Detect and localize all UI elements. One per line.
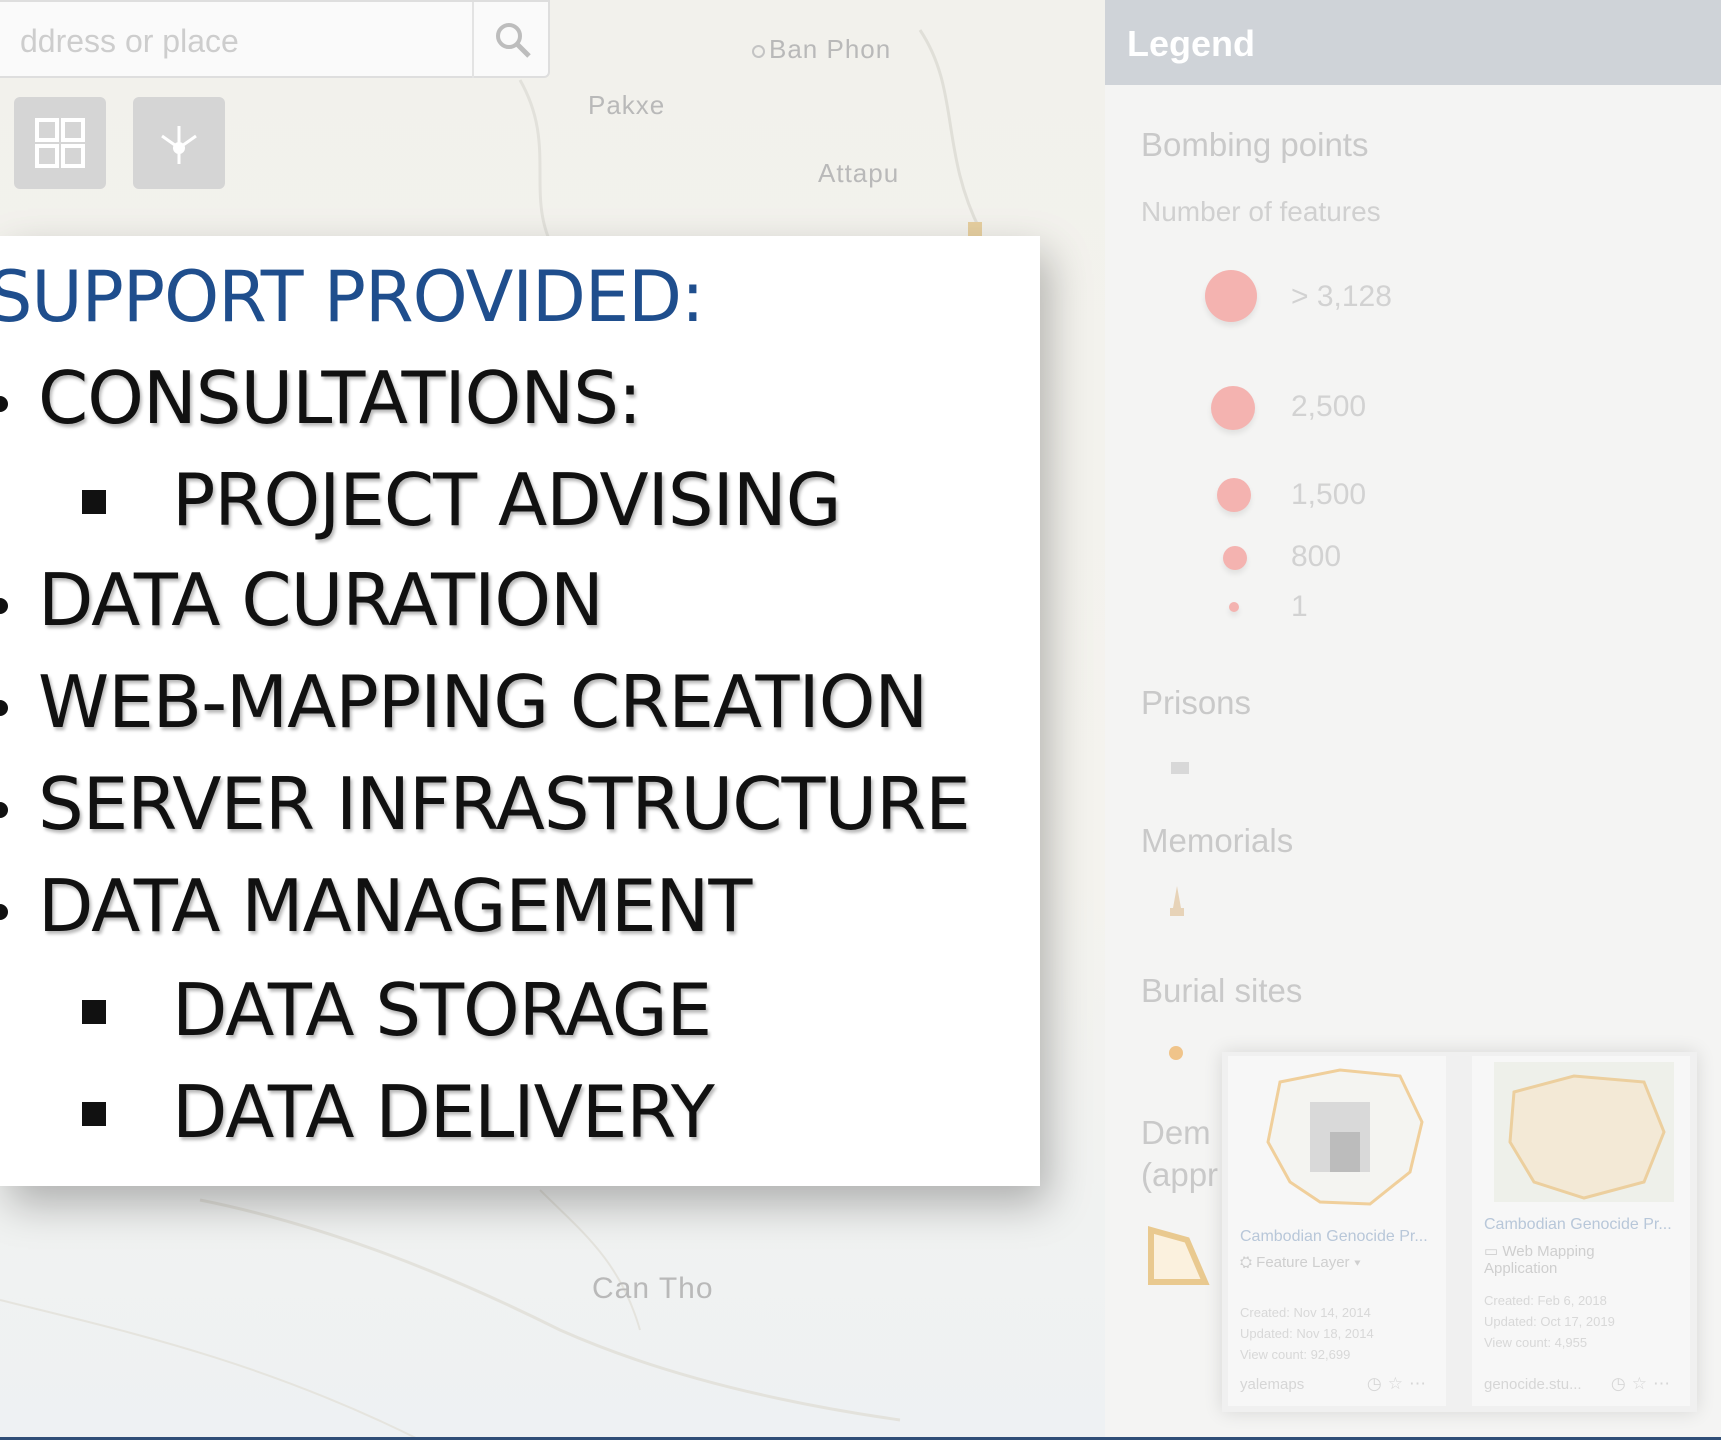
prison-icon xyxy=(1171,762,1189,774)
share-icon xyxy=(161,126,197,164)
sub-bullet xyxy=(82,1000,106,1024)
slide-item: SERVER INFRASTRUCTURE xyxy=(38,762,971,846)
basemap-gallery-icon xyxy=(35,118,85,168)
basemap-gallery-button[interactable] xyxy=(14,97,106,189)
map-label-pakxe: Pakxe xyxy=(588,90,666,120)
demographic-area-icon xyxy=(1148,1226,1210,1285)
slide-item: DATA CURATION xyxy=(38,558,604,642)
legend-layer-subtitle: Number of features xyxy=(1141,196,1381,227)
sub-bullet xyxy=(82,1102,106,1126)
feature-layer-icon: ⛭ xyxy=(1240,1254,1257,1271)
legend-circle-symbol xyxy=(1217,478,1251,512)
legend-class-label: 1 xyxy=(1291,590,1308,623)
legend-class-label: 2,500 xyxy=(1291,390,1367,423)
legend-circle-symbol xyxy=(1223,546,1247,570)
bullet xyxy=(0,598,8,614)
item-card[interactable]: Cambodian Genocide Pr... ▭ Web Mapping Ap… xyxy=(1472,1056,1690,1406)
card-actions[interactable]: ◷☆⋯ xyxy=(1611,1374,1676,1394)
card-title[interactable]: Cambodian Genocide Pr... xyxy=(1240,1228,1428,1246)
chevron-down-icon: ▾ xyxy=(1353,1254,1362,1271)
map-label-can-tho: Can Tho xyxy=(592,1272,714,1305)
map-label-ban-phon: Ban Phon xyxy=(752,34,891,65)
bullet xyxy=(0,700,8,716)
slide-item: DATA MANAGEMENT xyxy=(38,864,752,948)
legend-layer-title: Prisons xyxy=(1141,684,1252,721)
slide-subitem: DATA STORAGE xyxy=(172,968,712,1052)
card-owner[interactable]: genocide.stu... xyxy=(1484,1376,1582,1393)
card-meta: Created: Feb 6, 2018 Updated: Oct 17, 20… xyxy=(1484,1293,1615,1350)
card-type: ▭ Web Mapping Application xyxy=(1484,1243,1595,1277)
web-map-icon: ▭ xyxy=(1484,1243,1503,1260)
search-button[interactable] xyxy=(472,2,552,78)
search-input[interactable] xyxy=(18,20,462,62)
card-actions[interactable]: ◷☆⋯ xyxy=(1367,1374,1432,1394)
card-thumbnail xyxy=(1494,1062,1674,1202)
legend-layer-title: Dem xyxy=(1141,1114,1211,1151)
sub-bullet xyxy=(82,490,106,514)
card-meta: Created: Nov 14, 2014 Updated: Nov 18, 2… xyxy=(1240,1305,1374,1362)
bullet xyxy=(0,904,8,920)
bullet xyxy=(0,396,8,412)
legend-class-label: > 3,128 xyxy=(1291,280,1392,313)
burial-site-icon xyxy=(1169,1046,1183,1060)
legend-layer-title-continued: (appr xyxy=(1141,1156,1219,1193)
item-cards-popup: Cambodian Genocide Pr... ⛭ Feature Layer… xyxy=(1222,1052,1697,1412)
slide-item: WEB-MAPPING CREATION xyxy=(38,660,928,744)
memorial-icon xyxy=(1170,886,1184,916)
legend-header: Legend xyxy=(1105,0,1721,85)
share-button[interactable] xyxy=(133,97,225,189)
card-thumbnail xyxy=(1266,1068,1424,1206)
slide-subitem: PROJECT ADVISING xyxy=(172,458,841,542)
legend-circle-symbol xyxy=(1211,386,1255,430)
card-owner[interactable]: yalemaps xyxy=(1240,1376,1304,1393)
legend-class-label: 1,500 xyxy=(1291,478,1367,511)
legend-layer-title: Memorials xyxy=(1141,822,1294,859)
map-label-attapu: Attapu xyxy=(818,158,900,188)
card-type[interactable]: ⛭ Feature Layer ▾ xyxy=(1240,1254,1361,1271)
legend-circle-symbol xyxy=(1229,602,1239,612)
item-card[interactable]: Cambodian Genocide Pr... ⛭ Feature Layer… xyxy=(1228,1056,1446,1406)
bullet xyxy=(0,802,8,818)
legend-class-label: 800 xyxy=(1291,540,1342,573)
slide-heading: SUPPORT PROVIDED: xyxy=(0,256,705,338)
legend-layer-title: Bombing points xyxy=(1141,126,1369,163)
support-provided-panel: SUPPORT PROVIDED: CONSULTATIONS: PROJECT… xyxy=(0,236,1040,1186)
slide-item: CONSULTATIONS: xyxy=(38,356,642,440)
card-title[interactable]: Cambodian Genocide Pr... xyxy=(1484,1216,1672,1234)
legend-circle-symbol xyxy=(1205,270,1257,322)
search-bar xyxy=(0,0,550,78)
slide-subitem: DATA DELIVERY xyxy=(172,1070,715,1154)
search-icon xyxy=(496,23,531,58)
legend-layer-title: Burial sites xyxy=(1141,972,1303,1009)
